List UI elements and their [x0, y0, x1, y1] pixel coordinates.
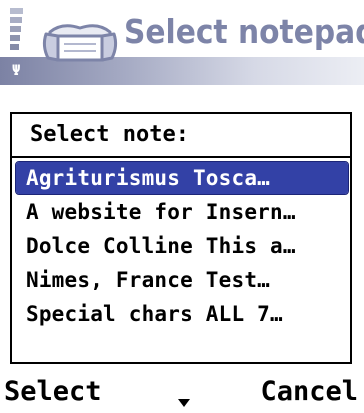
list-item[interactable]: Dolce Colline This a…: [16, 230, 348, 262]
list-item-label: Nimes, France Test…: [26, 268, 271, 292]
select-note-popup: Select note: Agriturismus Tosca… A websi…: [10, 112, 352, 364]
antenna-icon: Ψ: [12, 63, 21, 79]
select-softkey[interactable]: Select: [4, 372, 102, 412]
scroll-down-icon: [176, 394, 192, 407]
softkey-bar: Select Cancel: [0, 372, 364, 413]
list-item-label: Dolce Colline This a…: [26, 234, 296, 258]
list-item-label: Special chars ALL 7…: [26, 302, 283, 326]
list-item-label: A website for Insern…: [26, 200, 296, 224]
list-item[interactable]: Nimes, France Test…: [16, 264, 348, 296]
signal-strength-icon: [10, 8, 26, 68]
popup-heading-label: Select note:: [30, 122, 189, 147]
list-item[interactable]: A website for Insern…: [16, 196, 348, 228]
title-pane: Ψ Select notepad: [0, 0, 364, 86]
notepad-icon: [40, 18, 120, 66]
list-item-label: Agriturismus Tosca…: [26, 166, 271, 190]
popup-heading: Select note:: [12, 114, 350, 158]
list-item[interactable]: Agriturismus Tosca…: [15, 161, 349, 195]
list-item[interactable]: Special chars ALL 7…: [16, 298, 348, 330]
note-list: Agriturismus Tosca… A website for Insern…: [15, 161, 349, 332]
cancel-softkey[interactable]: Cancel: [260, 372, 358, 412]
app-title: Select notepad: [124, 12, 364, 51]
